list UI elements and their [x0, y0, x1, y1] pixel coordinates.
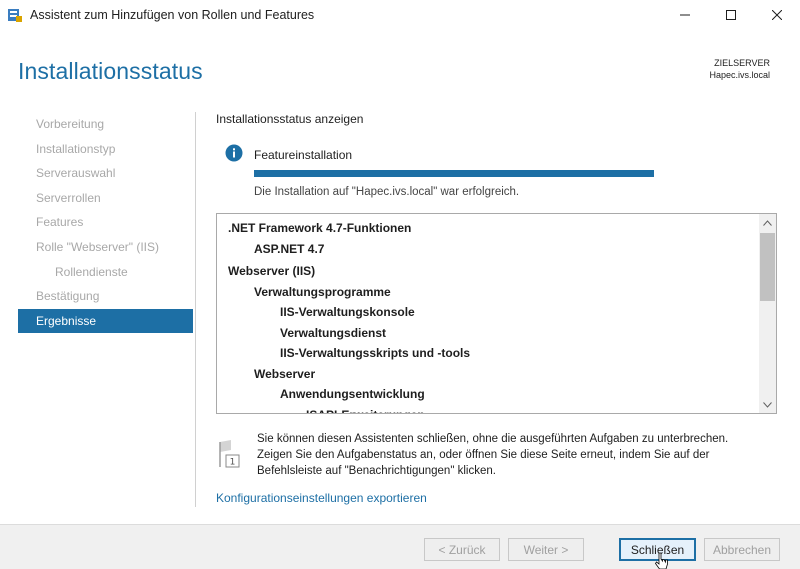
wizard-footer: < Zurück Weiter > Schließen Abbrechen: [0, 524, 800, 569]
installed-feature-item: Verwaltungsprogramme: [254, 284, 391, 299]
minimize-button[interactable]: [662, 0, 708, 30]
scrollbar-thumb[interactable]: [760, 233, 775, 301]
export-configuration-link[interactable]: Konfigurationseinstellungen exportieren: [216, 491, 427, 505]
installed-feature-item: Webserver (IIS): [228, 264, 316, 278]
close-icon: [772, 10, 782, 20]
server-manager-icon: [8, 9, 22, 22]
installed-feature-item: IIS-Verwaltungskonsole: [280, 305, 415, 319]
close-wizard-note: Sie können diesen Assistenten schließen,…: [257, 433, 729, 477]
target-server-info: ZIELSERVER Hapec.ivs.local: [709, 57, 770, 81]
feature-installation-label: Featureinstallation: [254, 148, 353, 162]
nav-step-webserver-role: Rolle "Webserver" (IIS): [36, 239, 159, 254]
installed-feature-item: Verwaltungsdienst: [280, 325, 387, 340]
installed-feature-item: .NET Framework 4.7-Funktionen: [228, 221, 412, 235]
status-message: Die Installation auf "Hapec.ivs.local" w…: [254, 186, 520, 198]
progress-fill: [254, 170, 654, 177]
installed-features-list[interactable]: .NET Framework 4.7-Funktionen ASP.NET 4.7…: [216, 213, 777, 414]
vertical-scrollbar[interactable]: [759, 214, 776, 413]
maximize-icon: [726, 10, 736, 20]
minimize-icon: [680, 14, 690, 16]
next-button[interactable]: Weiter >: [508, 538, 584, 561]
page-title: Installationsstatus: [18, 58, 203, 84]
installed-feature-item: ASP.NET 4.7: [254, 241, 325, 256]
window-title: Assistent zum Hinzufügen von Rollen und …: [30, 8, 315, 22]
title-bar: Assistent zum Hinzufügen von Rollen und …: [0, 0, 800, 30]
nav-step-rollendienste: Rollendienste: [55, 264, 128, 279]
maximize-button[interactable]: [708, 0, 754, 30]
sidebar-divider: [195, 112, 196, 507]
notification-flag-icon: 1: [219, 440, 240, 468]
nav-step-installationstyp: Installationstyp: [36, 141, 116, 156]
scroll-down-button[interactable]: [759, 396, 776, 413]
chevron-up-icon: [763, 219, 772, 226]
installed-feature-item: Webserver: [254, 366, 316, 381]
section-heading: Installationsstatus anzeigen: [216, 112, 364, 126]
installation-progress-bar: [254, 170, 654, 177]
wizard-steps-nav: Vorbereitung Installationstyp Serverausw…: [18, 112, 193, 334]
nav-step-vorbereitung: Vorbereitung: [36, 117, 105, 131]
installed-features-content: .NET Framework 4.7-Funktionen ASP.NET 4.7…: [217, 218, 759, 414]
info-icon: [225, 144, 243, 162]
installed-feature-item: Anwendungsentwicklung: [280, 387, 425, 401]
back-button[interactable]: < Zurück: [424, 538, 500, 561]
nav-step-bestaetigung: Bestätigung: [36, 289, 100, 304]
nav-step-ergebnisse[interactable]: Ergebnisse: [18, 308, 193, 334]
chevron-down-icon: [763, 401, 772, 408]
installed-feature-item: ISAPI-Erweiterungen: [217, 405, 759, 414]
nav-step-serverrollen: Serverrollen: [36, 190, 101, 205]
notification-badge-count: 1: [230, 458, 236, 468]
target-server-label: ZIELSERVER: [714, 58, 770, 68]
target-server-name: Hapec.ivs.local: [709, 70, 770, 80]
cancel-button[interactable]: Abbrechen: [704, 538, 780, 561]
nav-step-serverauswahl: Serverauswahl: [36, 166, 116, 181]
close-window-button[interactable]: [754, 0, 800, 30]
scroll-up-button[interactable]: [759, 214, 776, 231]
mouse-pointer-icon: [655, 552, 668, 569]
nav-step-features: Features: [36, 215, 84, 230]
installed-feature-item: IIS-Verwaltungsskripts und -tools: [280, 346, 471, 360]
